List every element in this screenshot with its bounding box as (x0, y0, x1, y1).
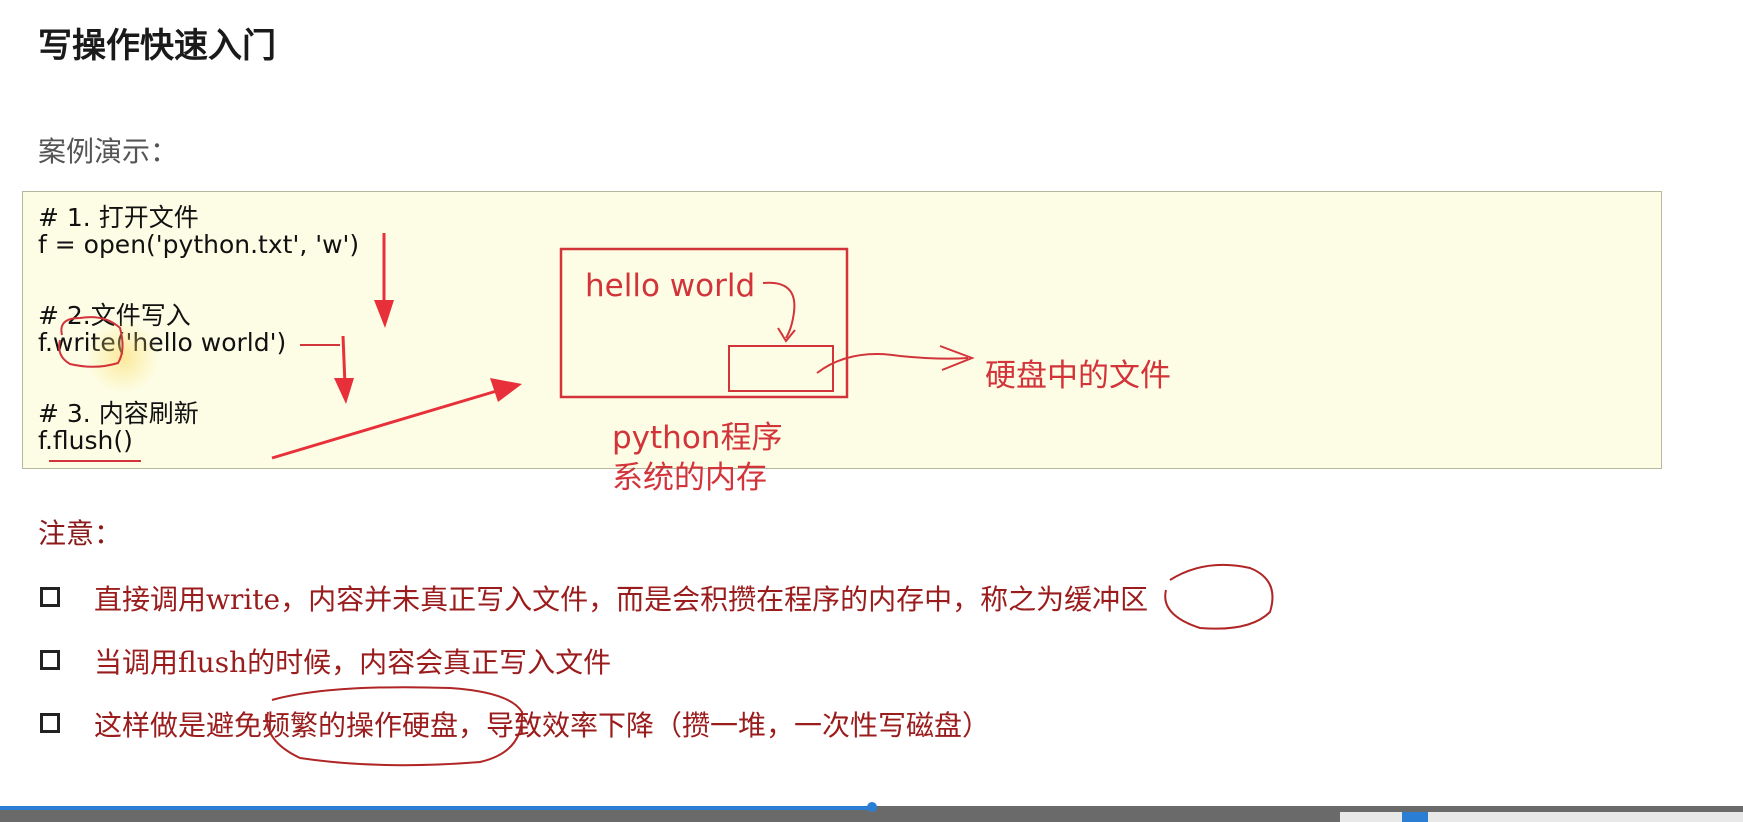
video-progress-bar[interactable] (0, 806, 872, 810)
annotation-program: python程序 (612, 420, 783, 456)
code-line-6: f.flush() (38, 426, 133, 455)
slide: 写操作快速入门 案例演示： # 1. 打开文件 f = open('python… (0, 0, 1743, 822)
note-item-1: 直接调用write，内容并未真正写入文件，而是会积攒在程序的内存中，称之为缓冲区 (94, 583, 1149, 616)
bullet-marker-3 (40, 703, 60, 743)
player-control-indicator[interactable] (1402, 812, 1428, 822)
annotation-hello-world: hello world (585, 268, 756, 304)
slide-title: 写操作快速入门 (38, 26, 276, 66)
bullet-marker-2 (40, 640, 60, 680)
notes-heading: 注意： (38, 517, 123, 550)
code-line-5: # 3. 内容刷新 (38, 399, 199, 428)
player-controls-area (1340, 812, 1743, 822)
note-item-3: 这样做是避免频繁的操作硬盘，导致效率下降（攒一堆，一次性写磁盘） (94, 709, 991, 742)
slide-subtitle: 案例演示： (38, 135, 179, 168)
code-line-2: f = open('python.txt', 'w') (38, 230, 360, 259)
code-line-4: f.write('hello world') (38, 328, 287, 357)
annotation-memory: 系统的内存 (612, 460, 767, 496)
code-block: # 1. 打开文件 f = open('python.txt', 'w') # … (22, 191, 1662, 469)
bullet-marker-1 (40, 577, 60, 617)
note-item-2: 当调用flush的时候，内容会真正写入文件 (94, 646, 612, 679)
annotation-disk-file: 硬盘中的文件 (985, 358, 1171, 394)
progress-handle[interactable] (866, 802, 877, 812)
code-line-1: # 1. 打开文件 (38, 203, 199, 232)
cursor-highlight (88, 322, 158, 392)
